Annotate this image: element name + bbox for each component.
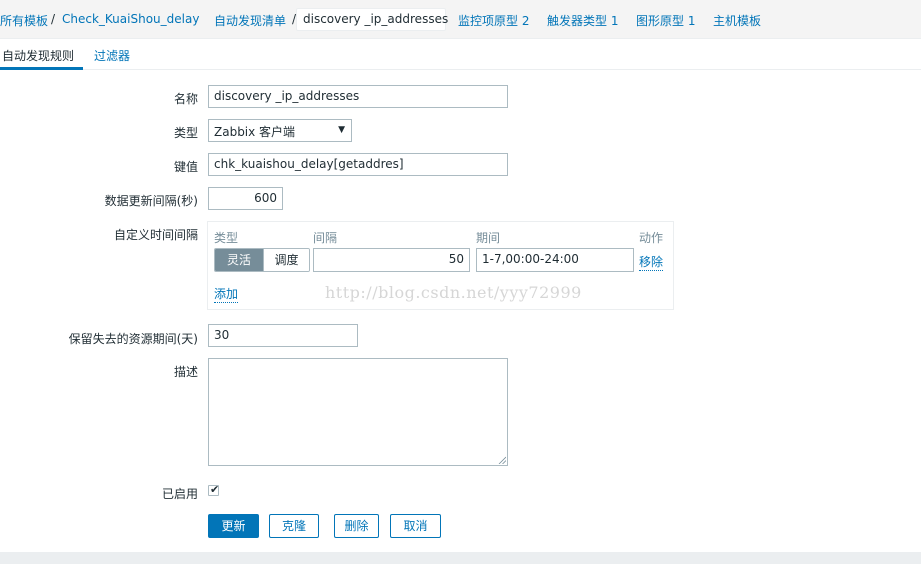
type-label: 类型 [173, 126, 198, 140]
update-button[interactable]: 更新 [208, 514, 259, 538]
interval-type-scheduling-button[interactable]: 调度 [263, 249, 309, 271]
interval-type-flexible-button[interactable]: 灵活 [215, 249, 263, 271]
custom-intervals-label: 自定义时间间隔 [113, 228, 198, 242]
breadcrumb-item-prototypes[interactable]: 监控项原型 2 [458, 12, 529, 29]
breadcrumb-all-templates[interactable]: 所有模板 [0, 12, 48, 29]
keep-lost-label: 保留失去的资源期间(天) [68, 332, 198, 346]
type-select[interactable]: Zabbix 客户端 ▼ [208, 119, 352, 142]
interval-type-toggle: 灵活 调度 [214, 248, 310, 272]
active-tab-indicator [0, 67, 83, 70]
keep-lost-input[interactable]: 30 [208, 324, 358, 347]
tab-bar: 自动发现规则 过滤器 [0, 39, 921, 70]
resize-grip-icon[interactable] [498, 456, 506, 464]
breadcrumb-graph-prototypes[interactable]: 图形原型 1 [636, 12, 695, 29]
tab-filters[interactable]: 过滤器 [94, 47, 130, 64]
add-interval-link[interactable]: 添加 [214, 285, 239, 303]
checkmark-icon: ✔ [210, 483, 220, 496]
description-label: 描述 [173, 365, 198, 379]
description-textarea[interactable] [208, 358, 508, 466]
key-label: 键值 [173, 160, 198, 174]
delete-button[interactable]: 删除 [334, 514, 379, 538]
breadcrumb-host-prototypes[interactable]: 主机模板 [713, 12, 761, 29]
tab-discovery-rule[interactable]: 自动发现规则 [2, 47, 74, 64]
column-header-period: 期间 [476, 231, 501, 245]
type-selected-value: Zabbix 客户端 [214, 125, 296, 139]
column-header-type: 类型 [214, 231, 239, 245]
key-input[interactable]: chk_kuaishou_delay[getaddres] [208, 153, 508, 176]
name-label: 名称 [173, 92, 198, 106]
clone-button[interactable]: 克隆 [269, 514, 319, 538]
dropdown-arrow-icon: ▼ [338, 125, 345, 135]
column-header-action: 动作 [639, 231, 664, 245]
update-interval-label: 数据更新间隔(秒) [104, 194, 198, 208]
custom-interval-input[interactable]: 50 [313, 248, 470, 272]
watermark-text: http://blog.csdn.net/yyy72999 [325, 283, 582, 302]
footer-strip [0, 552, 921, 564]
breadcrumb-current: discovery _ip_addresses [296, 8, 448, 31]
custom-period-input[interactable]: 1-7,00:00-24:00 [476, 248, 634, 272]
update-interval-input[interactable]: 600 [208, 187, 283, 210]
cancel-button[interactable]: 取消 [390, 514, 441, 538]
enabled-checkbox[interactable]: ✔ [208, 483, 220, 496]
breadcrumb-discovery-list[interactable]: 自动发现清单 [214, 12, 286, 29]
enabled-label: 已启用 [161, 487, 198, 501]
name-input[interactable]: discovery _ip_addresses [208, 85, 508, 108]
column-header-interval: 间隔 [313, 231, 338, 245]
remove-interval-link[interactable]: 移除 [639, 253, 664, 271]
breadcrumb-template-name[interactable]: Check_KuaiShou_delay [62, 12, 199, 26]
breadcrumb: 所有模板 / Check_KuaiShou_delay 自动发现清单 / dis… [0, 0, 921, 39]
breadcrumb-trigger-prototypes[interactable]: 触发器类型 1 [547, 12, 618, 29]
breadcrumb-separator: / [51, 12, 56, 26]
